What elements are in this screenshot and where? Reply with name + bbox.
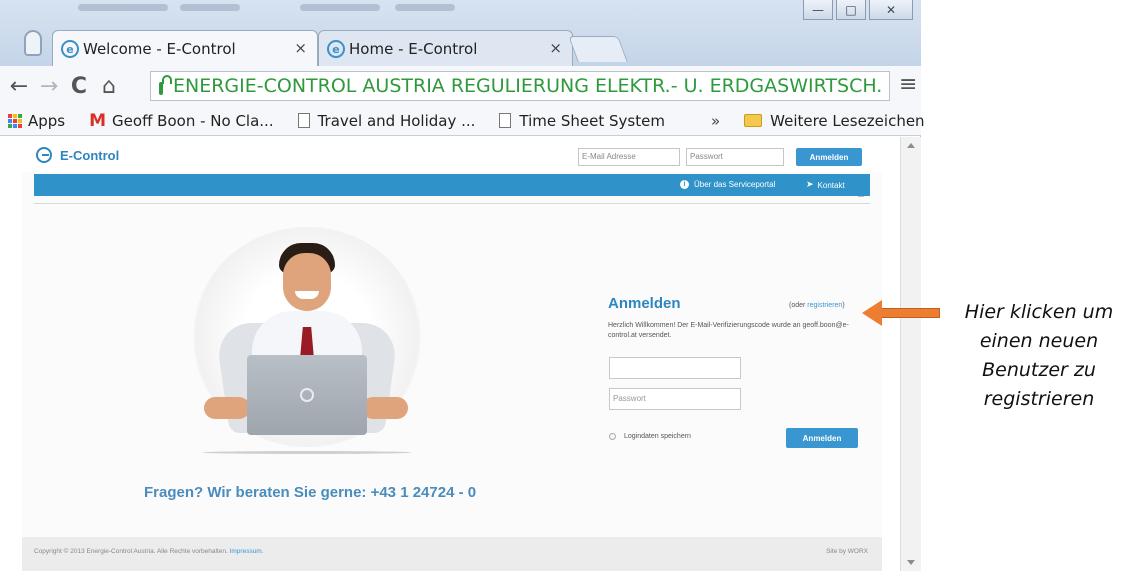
copyright-text: Copyright © 2013 Energie-Control Austria… [34,548,264,555]
e-control-site: E-Control E-Mail Adresse Passwort Anmeld… [22,137,882,571]
illustration-hand [204,397,250,419]
page-icon [499,113,512,128]
address-bar[interactable]: ENERGIE-CONTROL AUSTRIA REGULIERUNG ELEK… [150,71,890,101]
annotation-arrow [880,308,940,318]
maximize-button[interactable]: □ [836,0,866,20]
apps-grid-icon [8,113,22,128]
close-window-button[interactable]: ✕ [869,0,913,20]
bookmarks-bar: Apps M Geoff Boon - No Cla... Travel and… [0,106,925,136]
e-control-favicon-icon: e [327,40,345,58]
reload-button[interactable]: C [64,74,94,99]
illustration-hand [362,397,408,419]
bookmark-label: Travel and Holiday ... [317,111,476,130]
login-title: Anmelden [608,295,681,312]
remember-checkbox[interactable] [609,433,616,440]
gmail-icon: M [89,110,107,131]
tab-close-icon[interactable]: × [549,39,562,57]
welcome-message: Herzlich Willkommen! Der E-Mail-Verifizi… [608,322,849,339]
divider [858,196,864,197]
register-hint: (oder registrieren) [789,302,845,309]
vertical-scrollbar[interactable] [900,137,921,571]
bookmark-label: Time Sheet System [519,111,665,130]
e-control-favicon-icon: e [61,40,79,58]
about-link-label: Über das Serviceportal [694,180,776,189]
url-text: ENERGIE-CONTROL AUSTRIA REGULIERUNG ELEK… [173,75,890,97]
header-password-input[interactable]: Passwort [686,148,784,166]
forward-button[interactable]: → [34,74,64,99]
tab-home-e-control[interactable]: e Home - E-Control × [318,30,573,66]
window-controls: — □ ✕ [800,0,913,20]
scroll-down-arrow-icon[interactable] [907,560,915,565]
home-button[interactable]: ⌂ [94,74,124,99]
contact-link[interactable]: ➤ Kontakt [806,180,845,190]
blurred-taskbar-item [300,4,380,11]
register-suffix: ) [842,302,845,309]
folder-icon [744,114,763,127]
minimize-button[interactable]: — [803,0,833,20]
bookmark-geoff-boon[interactable]: M Geoff Boon - No Cla... [89,111,273,131]
scroll-up-arrow-icon[interactable] [907,143,915,148]
browser-window: e Welcome - E-Control × e Home - E-Contr… [0,0,925,571]
remember-login-option[interactable]: Logindaten speichern [609,433,691,440]
copyright-label: Copyright © 2013 Energie-Control Austria… [34,548,228,555]
logo-text: E-Control [60,147,120,163]
title-bar: e Welcome - E-Control × e Home - E-Contr… [0,0,921,66]
bookmark-travel-and-holiday[interactable]: Travel and Holiday ... [297,111,476,130]
annotation-line: einen neuen [979,330,1099,352]
site-by-credit[interactable]: Site by WORX [826,548,868,555]
login-email-input[interactable] [609,357,741,379]
tab-title: Welcome - E-Control [83,39,236,58]
bookmark-label: Weitere Lesezeichen [770,111,925,130]
blurred-taskbar-item [78,4,168,11]
blurred-taskbar-item [395,4,455,11]
divider [34,203,870,204]
info-icon: i [680,180,689,189]
header-email-input[interactable]: E-Mail Adresse [578,148,680,166]
annotation-line: registrieren [983,388,1095,410]
contact-phone-line: Fragen? Wir beraten Sie gerne: +43 1 247… [144,484,477,501]
annotation-text: Hier klicken um einen neuen Benutzer zu … [948,298,1130,414]
bookmark-other-folder[interactable]: Weitere Lesezeichen [744,111,925,130]
page-icon [297,113,310,128]
bookmark-time-sheet-system[interactable]: Time Sheet System [499,112,665,130]
contact-link-label: Kontakt [817,180,845,190]
header-login-button[interactable]: Anmelden [796,148,862,166]
site-header: E-Control E-Mail Adresse Passwort Anmeld… [22,137,882,172]
send-icon: ➤ [806,180,814,190]
bookmark-apps[interactable]: Apps [0,112,65,130]
e-control-logo-icon [36,147,52,163]
browser-toolbar: ← → C ⌂ ENERGIE-CONTROL AUSTRIA REGULIER… [0,66,921,106]
bookmark-label: Geoff Boon - No Cla... [112,111,274,130]
login-button[interactable]: Anmelden [786,428,858,448]
tab-title: Home - E-Control [349,39,478,58]
service-nav-bar: i Über das Serviceportal ➤ Kontakt [34,174,870,196]
bookmarks-overflow-button[interactable]: » [711,112,720,130]
about-serviceportal-link[interactable]: i Über das Serviceportal [680,180,775,189]
annotation-line: Hier klicken um [964,301,1114,323]
register-prefix: (oder [789,302,808,309]
site-footer: Copyright © 2013 Energie-Control Austria… [22,537,882,571]
laptop-logo-icon [300,388,314,402]
new-tab-button[interactable] [568,36,628,62]
remember-label: Logindaten speichern [624,433,691,440]
illustration-shadow [202,451,412,454]
tab-welcome-e-control[interactable]: e Welcome - E-Control × [52,30,318,66]
lock-icon [159,75,172,95]
impressum-link[interactable]: Impressum. [230,548,264,555]
illustration-face [283,253,331,311]
web-content: E-Control E-Mail Adresse Passwort Anmeld… [0,137,921,571]
blurred-taskbar-item [180,4,240,11]
bookmark-label: Apps [28,111,66,130]
annotation-line: Benutzer zu [982,359,1096,381]
profile-icon[interactable] [24,30,42,56]
tab-close-icon[interactable]: × [294,39,307,57]
annotation-arrow-head [862,300,882,326]
businessman-illustration [192,227,422,467]
screenshot: e Welcome - E-Control × e Home - E-Contr… [0,0,1130,571]
menu-icon[interactable]: ≡ [899,74,917,96]
e-control-logo[interactable]: E-Control [36,147,119,163]
login-password-input[interactable]: Passwort [609,388,741,410]
register-link[interactable]: registrieren [807,302,842,309]
back-button[interactable]: ← [4,74,34,99]
